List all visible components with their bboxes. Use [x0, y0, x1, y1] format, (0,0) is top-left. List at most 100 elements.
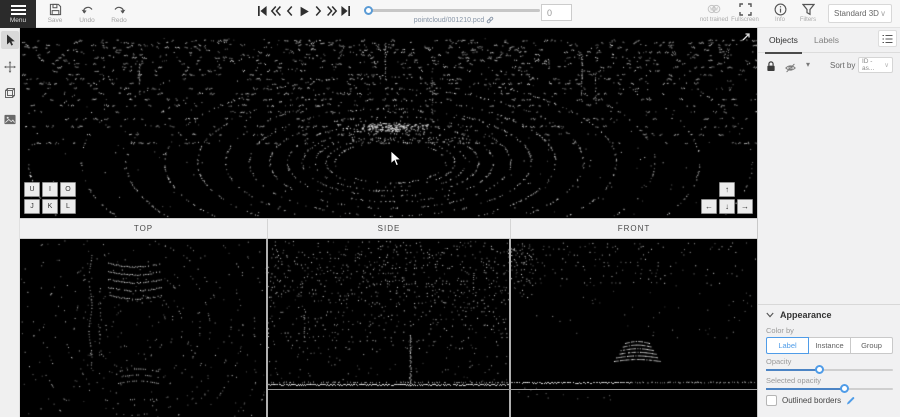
fast-backward-button[interactable]: [270, 4, 282, 18]
cursor-icon: [5, 34, 16, 46]
appearance-panel: Appearance Color by Label Instance Group…: [758, 304, 900, 418]
cuboid-tool-button[interactable]: [1, 84, 19, 102]
step-forward-icon: [312, 5, 324, 17]
sort-by-label: Sort by: [830, 61, 855, 70]
move-icon: [4, 61, 16, 73]
right-sidebar: Objects Labels ▾ Sort by ID - as... ∨: [757, 28, 900, 417]
undo-label: Undo: [72, 17, 102, 24]
color-by-group: Label Instance Group: [766, 337, 893, 354]
mode-select-value: Standard 3D: [834, 9, 879, 18]
save-button[interactable]: Save: [40, 3, 70, 24]
frame-slider[interactable]: [368, 9, 540, 12]
objects-controls: ▾ Sort by ID - as... ∨: [758, 53, 900, 79]
filters-button[interactable]: Filters: [790, 3, 826, 23]
mode-select[interactable]: Standard 3D ∨: [828, 4, 892, 23]
step-forward-button[interactable]: [312, 4, 324, 18]
projection-views-header: TOP SIDE FRONT: [20, 218, 757, 239]
pencil-icon[interactable]: [846, 396, 855, 405]
color-by-instance-button[interactable]: Instance: [808, 337, 851, 354]
top-view-label: TOP: [20, 219, 267, 238]
link-icon: [486, 16, 494, 24]
skip-start-icon: [256, 5, 268, 17]
image-view-tool-button[interactable]: [1, 110, 19, 128]
step-backward-button[interactable]: [284, 4, 296, 18]
outlined-borders-checkbox[interactable]: [766, 395, 777, 406]
redo-label: Redo: [104, 17, 134, 24]
outlined-borders-label: Outlined borders: [782, 396, 841, 405]
fast-forward-icon: [326, 5, 338, 17]
sidebar-tabs: Objects Labels: [758, 28, 900, 53]
save-label: Save: [40, 17, 70, 24]
fullscreen-label: Fullscreen: [727, 17, 763, 23]
chevron-down-icon: ∨: [880, 9, 886, 18]
opacity-slider-thumb[interactable]: [815, 365, 824, 374]
projection-views: [20, 239, 757, 417]
redo-icon: [113, 3, 126, 16]
nav-up-button[interactable]: ↑: [719, 182, 735, 197]
cuboid-icon: [4, 87, 16, 99]
key-l-button[interactable]: L: [60, 199, 76, 214]
selected-opacity-label: Selected opacity: [766, 376, 821, 385]
rotate-hint-keys: U I O J K L: [24, 182, 76, 214]
perspective-view-canvas[interactable]: [20, 28, 757, 218]
side-view-canvas[interactable]: [268, 239, 509, 417]
hamburger-icon: [11, 5, 26, 15]
lock-icon: [766, 61, 776, 72]
frame-slider-thumb[interactable]: [364, 6, 373, 15]
tab-labels[interactable]: Labels: [814, 35, 839, 45]
main-3d-view[interactable]: U I O J K L ↑ ← ↓ →: [20, 28, 757, 218]
skip-end-icon: [340, 5, 352, 17]
key-j-button[interactable]: J: [24, 199, 40, 214]
expand-view-icon[interactable]: [741, 32, 751, 42]
fast-backward-icon: [270, 5, 282, 17]
outlined-borders-row: Outlined borders: [766, 395, 855, 406]
pan-tool-button[interactable]: [1, 58, 19, 76]
top-view-canvas[interactable]: [20, 239, 266, 417]
lock-all-button[interactable]: [766, 59, 776, 77]
key-o-button[interactable]: O: [60, 182, 76, 197]
color-by-label-button[interactable]: Label: [766, 337, 809, 354]
key-i-button[interactable]: I: [42, 182, 58, 197]
tab-objects[interactable]: Objects: [769, 35, 798, 45]
info-icon: [774, 3, 787, 16]
fast-forward-button[interactable]: [326, 4, 338, 18]
key-k-button[interactable]: K: [42, 199, 58, 214]
redo-button[interactable]: Redo: [104, 3, 134, 24]
color-by-group-button[interactable]: Group: [850, 337, 893, 354]
eye-slash-icon: [785, 63, 796, 73]
key-u-button[interactable]: U: [24, 182, 40, 197]
nav-left-button[interactable]: ←: [701, 199, 717, 214]
nav-right-button[interactable]: →: [737, 199, 753, 214]
image-icon: [4, 114, 16, 125]
play-icon: [298, 5, 310, 18]
topbar: Menu Save Undo Redo pointclou: [0, 0, 900, 28]
objects-list-empty: [758, 78, 900, 304]
layout-options-button[interactable]: [878, 30, 897, 47]
front-view-label: FRONT: [510, 219, 757, 238]
opacity-label: Opacity: [766, 357, 791, 366]
front-view-canvas[interactable]: [511, 239, 757, 417]
playback-controls: [256, 4, 352, 18]
list-icon: [882, 34, 893, 44]
appearance-header[interactable]: Appearance: [766, 310, 832, 320]
skip-end-button[interactable]: [340, 4, 352, 18]
left-toolbar: [0, 28, 20, 417]
play-button[interactable]: [298, 4, 310, 18]
fullscreen-button[interactable]: Fullscreen: [727, 3, 763, 23]
nav-down-button[interactable]: ↓: [719, 199, 735, 214]
fullscreen-icon: [739, 3, 752, 16]
skip-start-button[interactable]: [256, 4, 268, 18]
sort-select[interactable]: ID - as... ∨: [858, 57, 893, 73]
opacity-slider[interactable]: [766, 369, 893, 371]
mouse-cursor-icon: [390, 150, 402, 167]
expand-list-button[interactable]: ▾: [806, 60, 810, 69]
hide-all-button[interactable]: [785, 60, 796, 78]
menu-button[interactable]: Menu: [0, 0, 36, 28]
selected-opacity-slider[interactable]: [766, 388, 893, 390]
selected-opacity-slider-thumb[interactable]: [840, 384, 849, 393]
caret-down-icon: ▾: [806, 60, 810, 69]
undo-button[interactable]: Undo: [72, 3, 102, 24]
undo-icon: [81, 3, 94, 16]
frame-number-input[interactable]: [541, 4, 572, 21]
select-tool-button[interactable]: [1, 31, 19, 49]
